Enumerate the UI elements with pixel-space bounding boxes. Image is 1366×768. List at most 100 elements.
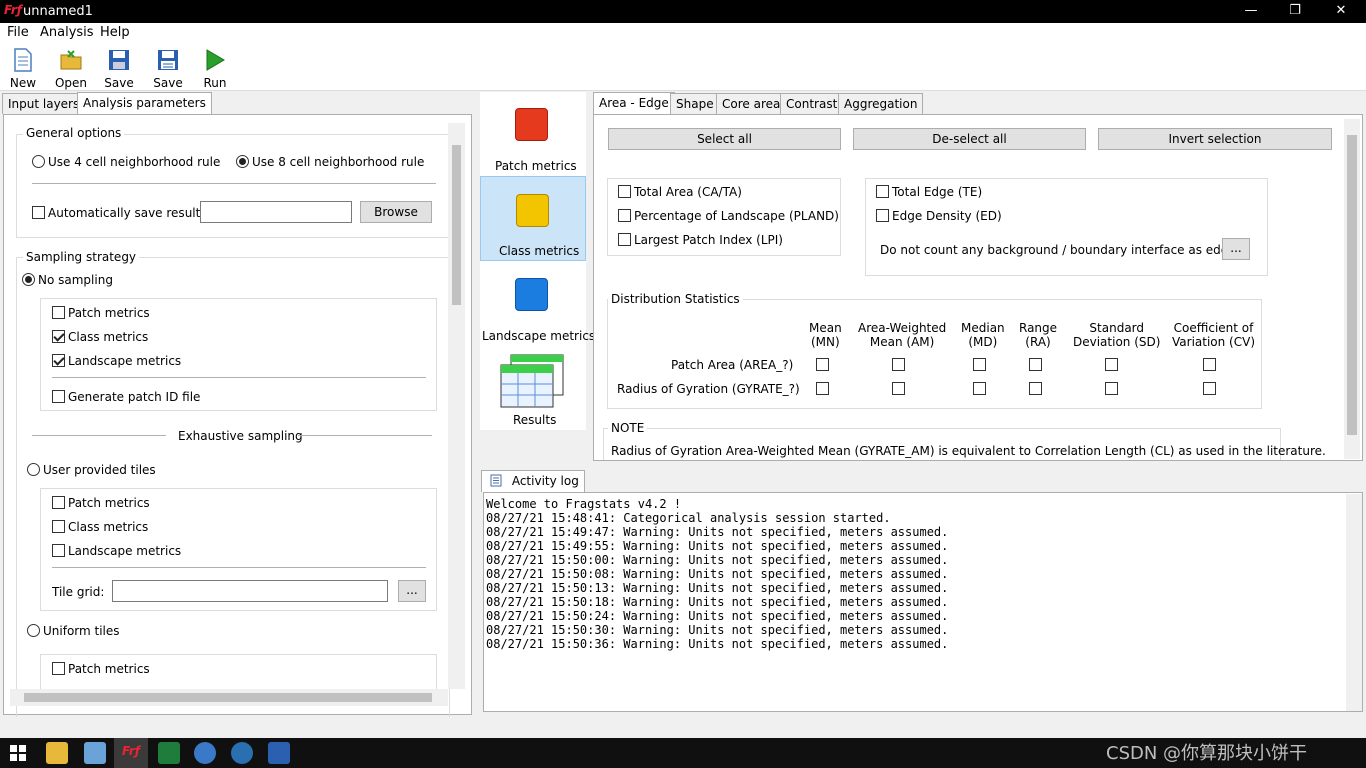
ut-landscape-checkbox[interactable] bbox=[52, 544, 65, 557]
select-all-button[interactable]: Select all bbox=[608, 128, 841, 150]
area-md-checkbox[interactable] bbox=[973, 358, 986, 371]
tile-grid-browse-button[interactable]: ... bbox=[398, 580, 426, 602]
divider bbox=[298, 435, 432, 436]
autosave-checkbox[interactable] bbox=[32, 206, 45, 219]
notepad-icon[interactable] bbox=[84, 742, 106, 764]
total-area-checkbox[interactable] bbox=[618, 185, 631, 198]
patch-metrics-level[interactable]: Patch metrics bbox=[480, 92, 586, 176]
landscape-metrics-level[interactable]: Landscape metrics bbox=[480, 261, 595, 345]
save-button[interactable]: Save bbox=[97, 47, 141, 90]
menu-help[interactable]: Help bbox=[100, 25, 130, 40]
results-level[interactable]: Results bbox=[480, 345, 586, 430]
tab-contrast[interactable]: Contrast bbox=[780, 93, 844, 114]
autosave-path-input[interactable] bbox=[200, 201, 352, 223]
rule4-label: Use 4 cell neighborhood rule bbox=[48, 155, 221, 169]
ut-patch-checkbox[interactable] bbox=[52, 496, 65, 509]
browser-icon[interactable] bbox=[194, 742, 216, 764]
tab-aggregation[interactable]: Aggregation bbox=[838, 93, 924, 114]
pland-checkbox[interactable] bbox=[618, 209, 631, 222]
scroll-thumb[interactable] bbox=[24, 693, 432, 702]
user-tiles-radio[interactable] bbox=[27, 463, 40, 476]
new-button[interactable]: New bbox=[1, 47, 45, 90]
windows-start-icon[interactable] bbox=[10, 745, 26, 761]
scroll-thumb[interactable] bbox=[1347, 135, 1357, 435]
area-am-checkbox[interactable] bbox=[892, 358, 905, 371]
log-vertical-scrollbar[interactable] bbox=[1346, 494, 1362, 711]
edge-background-note: Do not count any background / boundary i… bbox=[880, 243, 1240, 257]
edge-options-button[interactable]: ... bbox=[1222, 238, 1250, 260]
gen-id-checkbox[interactable] bbox=[52, 390, 65, 403]
invert-selection-button[interactable]: Invert selection bbox=[1098, 128, 1332, 150]
class-metrics-level[interactable]: Class metrics bbox=[480, 176, 586, 261]
total-edge-checkbox[interactable] bbox=[876, 185, 889, 198]
area-cv-checkbox[interactable] bbox=[1203, 358, 1216, 371]
edge-density-checkbox[interactable] bbox=[876, 209, 889, 222]
no-sampling-radio[interactable] bbox=[22, 273, 35, 286]
autosave-label: Automatically save results bbox=[48, 206, 207, 220]
uniform-tiles-radio[interactable] bbox=[27, 624, 40, 637]
scroll-thumb[interactable] bbox=[452, 145, 461, 305]
tab-shape[interactable]: Shape bbox=[670, 93, 720, 114]
gyrate-cv-checkbox[interactable] bbox=[1203, 382, 1216, 395]
gyrate-md-checkbox[interactable] bbox=[973, 382, 986, 395]
patch-metrics-icon bbox=[515, 108, 548, 141]
left-horizontal-scrollbar[interactable] bbox=[10, 689, 448, 706]
tab-input-layers[interactable]: Input layers bbox=[2, 93, 86, 114]
gen-id-label: Generate patch ID file bbox=[68, 390, 201, 404]
ns-class-checkbox[interactable] bbox=[52, 330, 65, 343]
search-app-icon[interactable] bbox=[231, 742, 253, 764]
ns-patch-checkbox[interactable] bbox=[52, 306, 65, 319]
run-button[interactable]: Run bbox=[193, 47, 237, 90]
ut-class-checkbox[interactable] bbox=[52, 520, 65, 533]
gyrate-sd-checkbox[interactable] bbox=[1105, 382, 1118, 395]
tab-analysis-parameters[interactable]: Analysis parameters bbox=[77, 92, 212, 114]
browse-button[interactable]: Browse bbox=[360, 201, 432, 223]
ns-landscape-checkbox[interactable] bbox=[52, 354, 65, 367]
col-coef-variation: Coefficient of Variation (CV) bbox=[1172, 321, 1256, 349]
area-ra-checkbox[interactable] bbox=[1029, 358, 1042, 371]
divider bbox=[52, 567, 426, 568]
gyrate-am-checkbox[interactable] bbox=[892, 382, 905, 395]
deselect-all-button[interactable]: De-select all bbox=[853, 128, 1086, 150]
menu-file[interactable]: File bbox=[7, 25, 29, 40]
save-disk-icon bbox=[109, 50, 129, 70]
gyrate-mn-checkbox[interactable] bbox=[816, 382, 829, 395]
distribution-header: Mean (MN) Area-Weighted Mean (AM) Median (M… bbox=[794, 321, 1256, 351]
save-as-icon bbox=[158, 50, 178, 70]
note-text: Radius of Gyration Area-Weighted Mean (G… bbox=[611, 444, 1326, 458]
metric-level-selector: Patch metrics Class metrics Landscape me… bbox=[480, 92, 595, 430]
tab-area-edge[interactable]: Area - Edge bbox=[593, 92, 675, 114]
menu-bar: File Analysis Help bbox=[0, 23, 1366, 43]
tile-grid-input[interactable] bbox=[112, 580, 388, 602]
word-icon[interactable] bbox=[268, 742, 290, 764]
right-vertical-scrollbar[interactable] bbox=[1344, 119, 1360, 459]
no-sampling-label: No sampling bbox=[38, 273, 113, 287]
tab-activity-log[interactable]: Activity log bbox=[481, 470, 585, 492]
file-explorer-icon[interactable] bbox=[46, 742, 68, 764]
excel-icon[interactable] bbox=[158, 742, 180, 764]
close-button[interactable]: ✕ bbox=[1318, 0, 1364, 23]
uf-patch-checkbox[interactable] bbox=[52, 662, 65, 675]
area-mn-checkbox[interactable] bbox=[816, 358, 829, 371]
tab-core-area[interactable]: Core area bbox=[716, 93, 787, 114]
rule8-radio[interactable] bbox=[236, 155, 249, 168]
fragstats-taskbar-button[interactable]: Frƒ bbox=[114, 738, 148, 768]
left-vertical-scrollbar[interactable] bbox=[448, 123, 465, 689]
class-metrics-label: Class metrics bbox=[499, 244, 580, 258]
log-line: 08/27/21 15:50:00: Warning: Units not sp… bbox=[486, 553, 949, 567]
fragstats-icon: Frƒ bbox=[122, 744, 141, 758]
class-metrics-icon bbox=[516, 194, 549, 227]
gyrate-ra-checkbox[interactable] bbox=[1029, 382, 1042, 395]
lpi-checkbox[interactable] bbox=[618, 233, 631, 246]
minimize-button[interactable]: — bbox=[1228, 0, 1274, 23]
patch-metrics-label: Patch metrics bbox=[495, 159, 577, 173]
activity-log-text: Welcome to Fragstats v4.2 ! 08/27/21 15:4… bbox=[486, 497, 948, 651]
menu-analysis[interactable]: Analysis bbox=[40, 25, 94, 40]
save-label: Save bbox=[104, 76, 134, 90]
row-radius-gyration: Radius of Gyration (GYRATE_?) bbox=[617, 382, 800, 396]
open-button[interactable]: Open bbox=[49, 47, 93, 90]
rule4-radio[interactable] bbox=[32, 155, 45, 168]
area-sd-checkbox[interactable] bbox=[1105, 358, 1118, 371]
maximize-button[interactable]: ❐ bbox=[1272, 0, 1318, 23]
run-play-icon bbox=[206, 49, 225, 71]
